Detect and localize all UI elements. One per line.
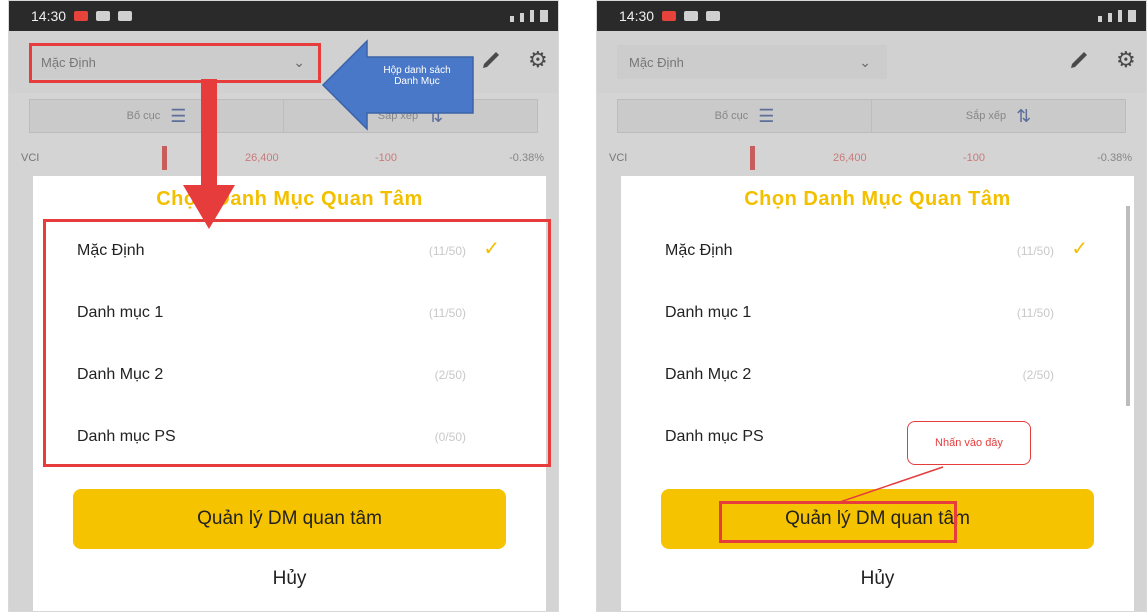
chevron-down-icon: ⌄ xyxy=(293,54,305,70)
watchlist-picker-sheet: Chọn Danh Mục Quan Tâm Mặc Định (11/50) … xyxy=(33,176,546,611)
list-item-name: Danh mục PS xyxy=(665,428,764,445)
cancel-button[interactable]: Hủy xyxy=(621,568,1134,590)
quote-symbol: VCI xyxy=(21,152,40,164)
signal-battery-icons xyxy=(510,10,548,22)
annotation-dropdown-label: Hộp danh sách Danh Mục xyxy=(383,65,451,87)
status-bar: 14:30 xyxy=(9,1,558,31)
list-item-count: (11/50) xyxy=(1016,306,1054,320)
pencil-icon[interactable] xyxy=(480,49,502,71)
list-item[interactable]: Danh Mục 2 (2/50) xyxy=(621,346,1134,406)
phone-screenshot-right: 14:30 Mặc Định ⌄ ⚙ Bố cục ☰ Sắp xếp ⇅ VC… xyxy=(596,0,1147,612)
youtube-notification-icon xyxy=(662,11,677,21)
status-time: 14:30 xyxy=(31,8,67,24)
list-item-name: Mặc Định xyxy=(77,242,145,259)
list-item[interactable]: Danh mục 1 (11/50) xyxy=(621,284,1134,344)
cancel-button[interactable]: Hủy xyxy=(33,568,546,590)
status-time: 14:30 xyxy=(619,8,655,24)
list-item-name: Danh mục 1 xyxy=(665,304,752,321)
check-icon: ✓ xyxy=(1071,238,1088,260)
list-item-count: (0/50) xyxy=(434,430,466,444)
gallery-notification-icon xyxy=(118,11,133,21)
quote-percent: -0.38% xyxy=(1097,152,1132,164)
layout-label: Bố cục xyxy=(714,110,749,122)
watchlist-dropdown[interactable]: Mặc Định ⌄ xyxy=(29,45,321,79)
app-notification-icon xyxy=(96,11,111,21)
pencil-icon[interactable] xyxy=(1068,49,1090,71)
sort-label: Sắp xếp xyxy=(965,110,1007,122)
sheet-title: Chọn Danh Mục Quan Tâm xyxy=(156,188,423,210)
watchlist-dropdown-value: Mặc Định xyxy=(629,54,684,70)
layout-label: Bố cục xyxy=(126,110,161,122)
quote-row[interactable]: VCI 26,400 -100 -0.38% xyxy=(9,146,558,172)
signal-battery-icons xyxy=(1098,10,1136,22)
manage-watchlists-button[interactable]: Quản lý DM quan tâm xyxy=(73,489,506,549)
layout-list-icon: ☰ xyxy=(758,105,775,126)
quote-indicator-bar xyxy=(162,146,167,170)
list-item-count: (11/50) xyxy=(428,244,466,258)
quote-price: 26,400 xyxy=(833,152,867,164)
layout-button[interactable]: Bố cục ☰ xyxy=(618,100,872,132)
gallery-notification-icon xyxy=(706,11,721,21)
list-item-count: (2/50) xyxy=(434,368,466,382)
annotation-callout: Nhấn vào đây xyxy=(907,421,1031,465)
quote-change: -100 xyxy=(963,152,986,164)
quote-indicator-bar xyxy=(750,146,755,170)
watchlist-dropdown-value: Mặc Định xyxy=(41,54,96,70)
chevron-down-icon: ⌄ xyxy=(859,54,871,70)
watchlist-dropdown[interactable]: Mặc Định ⌄ xyxy=(617,45,887,79)
list-item[interactable]: Danh mục 1 (11/50) xyxy=(33,284,546,344)
layout-button[interactable]: Bố cục ☰ xyxy=(30,100,284,132)
watchlist-picker-sheet: Chọn Danh Mục Quan Tâm Mặc Định (11/50) … xyxy=(621,176,1134,611)
gear-icon[interactable]: ⚙ xyxy=(528,49,550,71)
quote-price: 26,400 xyxy=(245,152,279,164)
phone-screenshot-left: 14:30 Mặc Định ⌄ ⚙ Bố cục ☰ Sắp xếp ⇅ VC… xyxy=(8,0,559,612)
list-item[interactable]: Danh Mục 2 (2/50) xyxy=(33,346,546,406)
view-options-bar: Bố cục ☰ Sắp xếp ⇅ xyxy=(617,99,1126,133)
sheet-title: Chọn Danh Mục Quan Tâm xyxy=(744,188,1011,210)
annotation-red-arrow xyxy=(183,79,235,229)
youtube-notification-icon xyxy=(74,11,89,21)
list-item-name: Danh Mục 2 xyxy=(77,366,164,383)
quote-symbol: VCI xyxy=(609,152,628,164)
list-item-name: Danh mục 1 xyxy=(77,304,164,321)
quote-row[interactable]: VCI 26,400 -100 -0.38% xyxy=(597,146,1146,172)
app-notification-icon xyxy=(684,11,699,21)
list-item[interactable]: Danh mục PS xyxy=(621,408,1134,468)
list-item-count: (11/50) xyxy=(428,306,466,320)
check-icon: ✓ xyxy=(483,238,500,260)
list-item[interactable]: Mặc Định (11/50) ✓ xyxy=(621,222,1134,282)
status-bar: 14:30 xyxy=(597,1,1146,31)
app-header: Mặc Định ⌄ ⚙ xyxy=(597,31,1146,93)
sort-icon: ⇅ xyxy=(1016,105,1032,126)
list-item[interactable]: Danh mục PS (0/50) xyxy=(33,408,546,468)
gear-icon[interactable]: ⚙ xyxy=(1116,49,1138,71)
list-item-count: (2/50) xyxy=(1022,368,1054,382)
list-item-name: Danh Mục 2 xyxy=(665,366,752,383)
list-item-name: Danh mục PS xyxy=(77,428,176,445)
quote-percent: -0.38% xyxy=(509,152,544,164)
quote-change: -100 xyxy=(375,152,398,164)
list-item[interactable]: Mặc Định (11/50) ✓ xyxy=(33,222,546,282)
sort-button[interactable]: Sắp xếp ⇅ xyxy=(872,100,1125,132)
list-item-name: Mặc Định xyxy=(665,242,733,259)
list-item-count: (11/50) xyxy=(1016,244,1054,258)
annotation-pointer-line xyxy=(836,466,944,504)
annotation-callout-text: Nhấn vào đây xyxy=(935,437,1003,449)
